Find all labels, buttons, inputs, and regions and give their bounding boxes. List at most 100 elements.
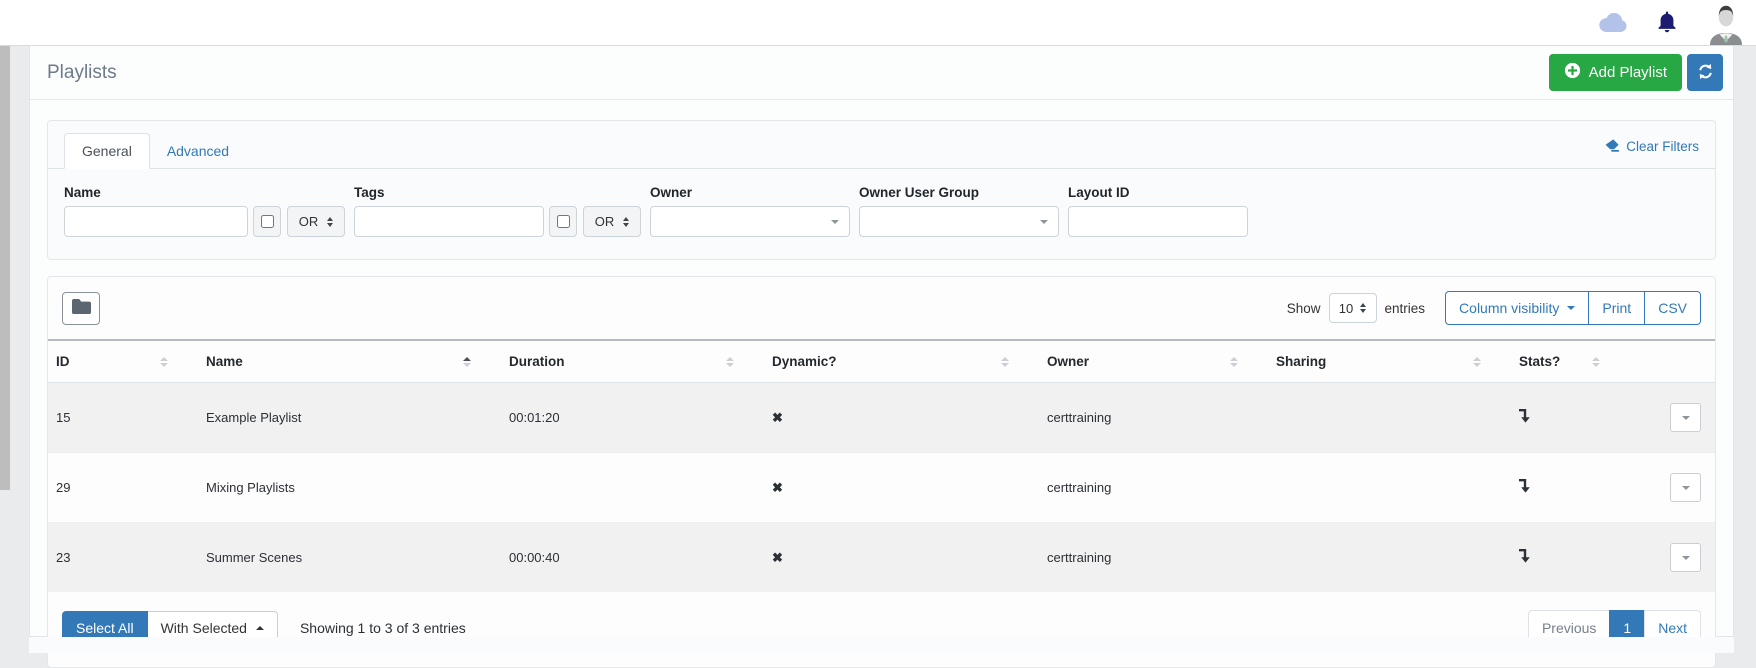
name-filter-logic-select[interactable]: OR <box>287 206 345 237</box>
entries-label: entries <box>1385 301 1426 316</box>
row-actions-dropdown[interactable] <box>1670 403 1701 432</box>
cell-owner: certtraining <box>1039 453 1268 523</box>
layout-id-filter: Layout ID <box>1068 185 1248 237</box>
page-title: Playlists <box>47 62 117 84</box>
refresh-button[interactable] <box>1687 54 1723 91</box>
cell-actions <box>1630 383 1715 453</box>
caret-down-icon <box>1682 416 1690 420</box>
column-visibility-button[interactable]: Column visibility <box>1445 291 1589 325</box>
page-header: Playlists Add Playlist <box>30 46 1733 100</box>
layout-id-input[interactable] <box>1068 206 1248 237</box>
name-filter-logic-value: OR <box>299 214 319 229</box>
folder-icon <box>72 299 91 317</box>
tags-filter-input[interactable] <box>354 206 544 237</box>
folder-tree-button[interactable] <box>62 292 100 325</box>
collapsed-sidebar[interactable] <box>0 46 10 490</box>
cloud-icon[interactable] <box>1598 13 1628 33</box>
cell-duration: 00:00:40 <box>501 523 764 593</box>
cell-sharing <box>1268 523 1511 593</box>
eraser-icon <box>1604 139 1619 155</box>
cell-id: 15 <box>48 383 198 453</box>
caret-down-icon <box>1682 556 1690 560</box>
add-playlist-label: Add Playlist <box>1589 64 1667 81</box>
column-header-dynamic[interactable]: Dynamic? <box>764 340 1039 383</box>
tags-filter-checkbox-addon <box>549 206 577 237</box>
page-size-value: 10 <box>1339 301 1353 316</box>
column-header-owner[interactable]: Owner <box>1039 340 1268 383</box>
owner-filter-label: Owner <box>650 185 850 200</box>
caret-down-icon <box>831 220 839 224</box>
caret-down-icon <box>1040 220 1048 224</box>
owner-user-group-label: Owner User Group <box>859 185 1059 200</box>
page-size-select[interactable]: 10 <box>1329 293 1377 323</box>
column-header-duration[interactable]: Duration <box>501 340 764 383</box>
table-row[interactable]: 29 Mixing Playlists ✖ certtraining <box>48 453 1715 523</box>
filter-fields: Name OR Tags <box>48 169 1715 259</box>
clear-filters-link[interactable]: Clear Filters <box>1604 139 1699 163</box>
cell-owner: certtraining <box>1039 383 1268 453</box>
owner-filter: Owner <box>650 185 850 237</box>
playlists-table-card: Show 10 entries Column visibility Print … <box>47 276 1716 668</box>
column-header-sharing[interactable]: Sharing <box>1268 340 1511 383</box>
tab-advanced[interactable]: Advanced <box>150 134 246 168</box>
tags-filter-logic-select[interactable]: OR <box>583 206 641 237</box>
sort-arrows-icon <box>160 357 168 367</box>
level-down-icon <box>1519 551 1530 566</box>
name-filter-checkbox-addon <box>253 206 281 237</box>
row-actions-dropdown[interactable] <box>1670 543 1701 572</box>
layout-id-label: Layout ID <box>1068 185 1248 200</box>
tab-general[interactable]: General <box>64 133 150 169</box>
playlists-panel: Playlists Add Playlist <box>29 46 1734 637</box>
playlists-table: ID Name Duration Dynamic? Owner Sharing … <box>48 339 1715 592</box>
cell-id: 29 <box>48 453 198 523</box>
print-button[interactable]: Print <box>1588 291 1645 325</box>
name-filter: Name OR <box>64 185 345 237</box>
tags-filter-logic-checkbox[interactable] <box>557 215 570 228</box>
tags-filter-label: Tags <box>354 185 641 200</box>
table-row[interactable]: 15 Example Playlist 00:01:20 ✖ certtrain… <box>48 383 1715 453</box>
plus-circle-icon <box>1564 62 1581 83</box>
cell-id: 23 <box>48 523 198 593</box>
name-filter-label: Name <box>64 185 345 200</box>
column-header-name[interactable]: Name <box>198 340 501 383</box>
table-header-row: ID Name Duration Dynamic? Owner Sharing … <box>48 340 1715 383</box>
updown-arrows-icon <box>1360 303 1366 313</box>
cell-actions <box>1630 453 1715 523</box>
cell-dynamic: ✖ <box>764 383 1039 453</box>
updown-arrows-icon <box>623 217 629 227</box>
column-visibility-label: Column visibility <box>1459 300 1559 316</box>
cell-stats <box>1511 523 1630 593</box>
showing-entries-text: Showing 1 to 3 of 3 entries <box>300 620 466 636</box>
owner-user-group-select[interactable] <box>859 206 1059 237</box>
csv-button[interactable]: CSV <box>1644 291 1701 325</box>
sort-arrows-icon <box>463 357 471 367</box>
cell-name: Summer Scenes <box>198 523 501 593</box>
name-filter-input[interactable] <box>64 206 248 237</box>
table-row[interactable]: 23 Summer Scenes 00:00:40 ✖ certtraining <box>48 523 1715 593</box>
tags-filter-logic-value: OR <box>595 214 615 229</box>
cell-name: Example Playlist <box>198 383 501 453</box>
cell-owner: certtraining <box>1039 523 1268 593</box>
cell-dynamic: ✖ <box>764 523 1039 593</box>
bell-icon[interactable] <box>1656 10 1678 35</box>
sort-arrows-icon <box>1001 357 1009 367</box>
add-playlist-button[interactable]: Add Playlist <box>1549 54 1682 91</box>
datatable-buttons: Column visibility Print CSV <box>1445 291 1701 325</box>
filter-tabs: General Advanced Clear Filters <box>48 121 1715 169</box>
column-header-id[interactable]: ID <box>48 340 198 383</box>
filter-card: General Advanced Clear Filters Name <box>47 120 1716 260</box>
top-navbar <box>0 0 1756 46</box>
row-actions-dropdown[interactable] <box>1670 473 1701 502</box>
with-selected-label: With Selected <box>161 620 247 636</box>
level-down-icon <box>1519 481 1530 496</box>
user-avatar[interactable] <box>1706 1 1746 45</box>
owner-filter-select[interactable] <box>650 206 850 237</box>
sort-arrows-icon <box>1473 357 1481 367</box>
cell-stats <box>1511 383 1630 453</box>
column-header-actions <box>1630 340 1715 383</box>
cell-sharing <box>1268 383 1511 453</box>
clear-filters-label: Clear Filters <box>1626 139 1699 154</box>
column-header-stats[interactable]: Stats? <box>1511 340 1630 383</box>
name-filter-logic-checkbox[interactable] <box>261 215 274 228</box>
show-label: Show <box>1287 301 1321 316</box>
